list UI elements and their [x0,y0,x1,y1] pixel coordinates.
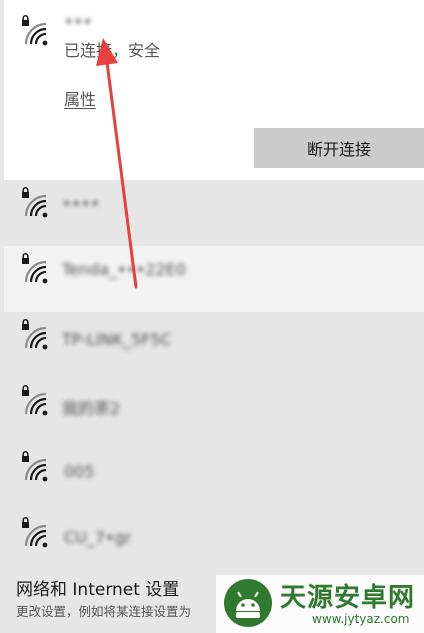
network-ssid: CU_7•gr [64,528,132,547]
network-ssid: TP-LINK_5F5C [62,330,172,349]
wifi-secured-icon [18,186,52,220]
wifi-secured-icon [18,516,52,550]
network-item[interactable]: 005 [4,444,424,510]
site-watermark: 天源安卓网 www.jytyaz.com [216,575,424,633]
network-item[interactable]: 我的茶2 [4,378,424,444]
network-ssid: 005 [64,462,95,481]
watermark-url: www.jytyaz.com [312,612,410,626]
wifi-secured-icon [18,384,52,418]
network-settings-link[interactable]: 网络和 Internet 设置 [16,575,179,600]
wifi-secured-icon [18,450,52,484]
network-ssid: Tenda_•••22E0 [62,260,186,279]
watermark-title: 天源安卓网 [280,583,416,613]
android-logo-icon [222,577,274,629]
network-item[interactable]: CU_7•gr [4,510,424,576]
network-item[interactable]: •••• [4,180,424,246]
network-settings-description: 更改设置，例如将某连接设置为 [16,604,192,619]
connected-network[interactable]: ••• 已连接，安全 属性 断开连接 [4,0,424,180]
wifi-flyout: ••• 已连接，安全 属性 断开连接 •••• Tenda_•••22E0 TP… [0,0,424,633]
wifi-secured-icon [18,318,52,352]
network-item[interactable]: TP-LINK_5F5C [4,312,424,378]
wifi-secured-icon [18,252,52,286]
connected-ssid: ••• [64,12,93,31]
wifi-secured-icon [18,14,52,48]
network-item[interactable]: Tenda_•••22E0 [4,246,424,312]
properties-link[interactable]: 属性 [64,86,96,110]
connection-status: 已连接，安全 [64,41,161,60]
disconnect-button[interactable]: 断开连接 [254,128,424,168]
network-ssid: •••• [62,194,100,213]
network-ssid: 我的茶2 [62,399,121,418]
